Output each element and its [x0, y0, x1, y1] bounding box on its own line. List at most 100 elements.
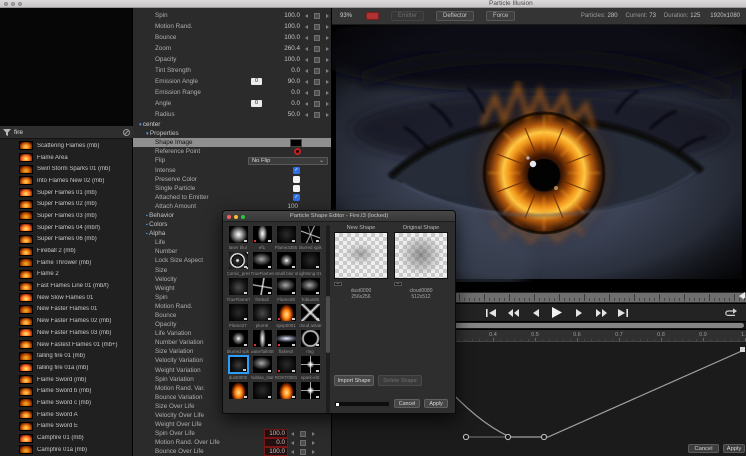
- stepper-increment-icon[interactable]: [326, 24, 329, 29]
- stepper-decrement-icon[interactable]: [305, 57, 308, 62]
- stepper-decrement-icon[interactable]: [305, 90, 308, 95]
- shape-thumbnail[interactable]: laser blur: [226, 225, 250, 251]
- property-row[interactable]: Tint Strength 0.0 0.0⌄: [133, 65, 331, 76]
- dialog-traffic-lights[interactable]: [227, 214, 245, 219]
- record-button[interactable]: [366, 12, 380, 20]
- shape-thumbnail[interactable]: [250, 381, 274, 407]
- property-row[interactable]: Intense ⌄: [133, 165, 331, 174]
- library-item[interactable]: Campfire 01a (mb): [0, 444, 133, 456]
- property-value[interactable]: 0.0: [274, 89, 300, 96]
- shape-thumbnail[interactable]: dust0000: [226, 355, 250, 381]
- property-value[interactable]: 0.0: [264, 438, 288, 448]
- shape-thumbnail[interactable]: fireball: [250, 277, 274, 303]
- library-item[interactable]: New Slow Flames 01: [0, 292, 133, 304]
- library-item[interactable]: Flame Sword c (mb): [0, 397, 133, 409]
- shape-thumbnail-image[interactable]: [299, 225, 321, 244]
- stepper-decrement-icon[interactable]: [291, 449, 294, 454]
- stepper-decrement-icon[interactable]: [305, 35, 308, 40]
- property-checkbox[interactable]: [293, 175, 300, 183]
- library-item[interactable]: New Faster Flames 03 (mb): [0, 327, 133, 339]
- shape-thumbnail[interactable]: [274, 381, 298, 407]
- shape-thumbnail-image[interactable]: [275, 355, 297, 374]
- library-item[interactable]: Fireball 2 (mb): [0, 245, 133, 257]
- shape-thumbnail-image[interactable]: [299, 329, 321, 348]
- property-row[interactable]: Radius 50.0 50.0⌄: [133, 109, 331, 120]
- property-value[interactable]: 100.0: [264, 447, 288, 456]
- stepper-slider-icon[interactable]: [314, 100, 320, 107]
- stepper-increment-icon[interactable]: [326, 101, 329, 106]
- stepper-slider-icon[interactable]: [314, 111, 320, 118]
- library-item[interactable]: Super Flames 03 (mb): [0, 210, 133, 222]
- property-row[interactable]: Attached to Emitter ⌄: [133, 193, 331, 202]
- stepper-decrement-icon[interactable]: [305, 101, 308, 106]
- stepper-increment-icon[interactable]: [326, 57, 329, 62]
- property-value[interactable]: 100.0: [274, 34, 300, 41]
- shape-thumbnail[interactable]: blurred spk: [226, 329, 250, 355]
- scrollbar-thumb[interactable]: [326, 296, 330, 353]
- stepper-increment-icon[interactable]: [326, 112, 329, 117]
- loop-toggle-button[interactable]: [722, 307, 738, 319]
- shape-thumbnail-image[interactable]: [227, 381, 249, 400]
- stepper-decrement-icon[interactable]: [305, 68, 308, 73]
- stepper-decrement-icon[interactable]: [305, 24, 308, 29]
- stepper-increment-icon[interactable]: [312, 440, 315, 445]
- property-row[interactable]: Single Particle ⌄: [133, 184, 331, 193]
- property-value[interactable]: 100: [272, 203, 298, 210]
- library-item[interactable]: Into Flames New 02 (mb): [0, 175, 133, 187]
- zoom-level[interactable]: 93%: [340, 13, 352, 19]
- stepper-slider-icon[interactable]: [300, 448, 306, 455]
- property-row[interactable]: Zoom 260.4 260.4⌄: [133, 43, 331, 54]
- stepper-decrement-icon[interactable]: [305, 79, 308, 84]
- shape-thumbnail-image[interactable]: [251, 251, 273, 270]
- shape-thumbnail-image[interactable]: [275, 251, 297, 270]
- value-stepper[interactable]: [305, 78, 329, 85]
- shape-thumbnail-image[interactable]: [227, 355, 249, 374]
- library-item[interactable]: Super Flames 01 (mb): [0, 187, 133, 199]
- property-row[interactable]: Opacity 100.0 100.0⌄: [133, 54, 331, 65]
- value-stepper[interactable]: [305, 56, 329, 63]
- property-value[interactable]: 100.0: [274, 12, 300, 19]
- stepper-slider-icon[interactable]: [314, 45, 320, 52]
- stepper-increment-icon[interactable]: [312, 449, 315, 454]
- property-row[interactable]: Preserve Color ⌄: [133, 175, 331, 184]
- shape-thumbnail-image[interactable]: [251, 381, 273, 400]
- property-extra-value[interactable]: 0: [251, 78, 262, 85]
- shape-thumbnail[interactable]: hublas_stars: [250, 355, 274, 381]
- library-item[interactable]: falling fire 01 (mb): [0, 350, 133, 362]
- shape-thumbnail[interactable]: ef1: [250, 225, 274, 251]
- stepper-slider-icon[interactable]: [314, 56, 320, 63]
- property-row[interactable]: center ⌄: [133, 120, 331, 129]
- value-stepper[interactable]: [291, 448, 315, 455]
- stepper-slider-icon[interactable]: [314, 34, 320, 41]
- stepper-slider-icon[interactable]: [300, 439, 306, 446]
- stepper-increment-icon[interactable]: [312, 431, 315, 436]
- library-item[interactable]: Super Flames 04 (mb/f): [0, 222, 133, 234]
- delete-shape-button[interactable]: Delete Shape: [378, 375, 422, 386]
- property-checkbox[interactable]: [293, 193, 300, 201]
- library-item[interactable]: Swirl Storm Sparks 01 (mb): [0, 163, 133, 175]
- property-row[interactable]: Angle 0 0.0 0.0⌄: [133, 98, 331, 109]
- shape-thumbnail-image[interactable]: [275, 277, 297, 296]
- library-item[interactable]: Flame Thrower (mb): [0, 257, 133, 269]
- property-value[interactable]: 90.0: [274, 78, 300, 85]
- value-stepper[interactable]: [305, 34, 329, 41]
- shape-thumbnail-image[interactable]: [227, 329, 249, 348]
- graph-cancel-button[interactable]: Cancel: [688, 444, 719, 453]
- force-tool-button[interactable]: Force: [486, 11, 516, 21]
- shape-thumbnail[interactable]: small blur st: [274, 251, 298, 277]
- new-shape-preview[interactable]: [334, 232, 388, 279]
- property-checkbox[interactable]: [293, 184, 300, 192]
- property-extra-value[interactable]: 0: [251, 100, 262, 107]
- jump-to-start-button[interactable]: [482, 307, 500, 319]
- shape-thumbnail[interactable]: Flame27: [226, 303, 250, 329]
- library-item[interactable]: New Faster Flames 02 (mb): [0, 315, 133, 327]
- shape-thumbnail[interactable]: spark-el2: [298, 355, 322, 381]
- shape-thumbnail[interactable]: Flame3355: [274, 225, 298, 251]
- value-stepper[interactable]: [305, 89, 329, 96]
- library-item[interactable]: Super Flames 02 (mb): [0, 198, 133, 210]
- property-row[interactable]: Spin 100.0 100.0⌄: [133, 10, 331, 21]
- stepper-slider-icon[interactable]: [300, 430, 306, 437]
- property-checkbox[interactable]: [293, 166, 300, 174]
- import-shape-button[interactable]: Import Shape: [334, 375, 374, 386]
- property-row[interactable]: Properties ⌄: [133, 129, 331, 138]
